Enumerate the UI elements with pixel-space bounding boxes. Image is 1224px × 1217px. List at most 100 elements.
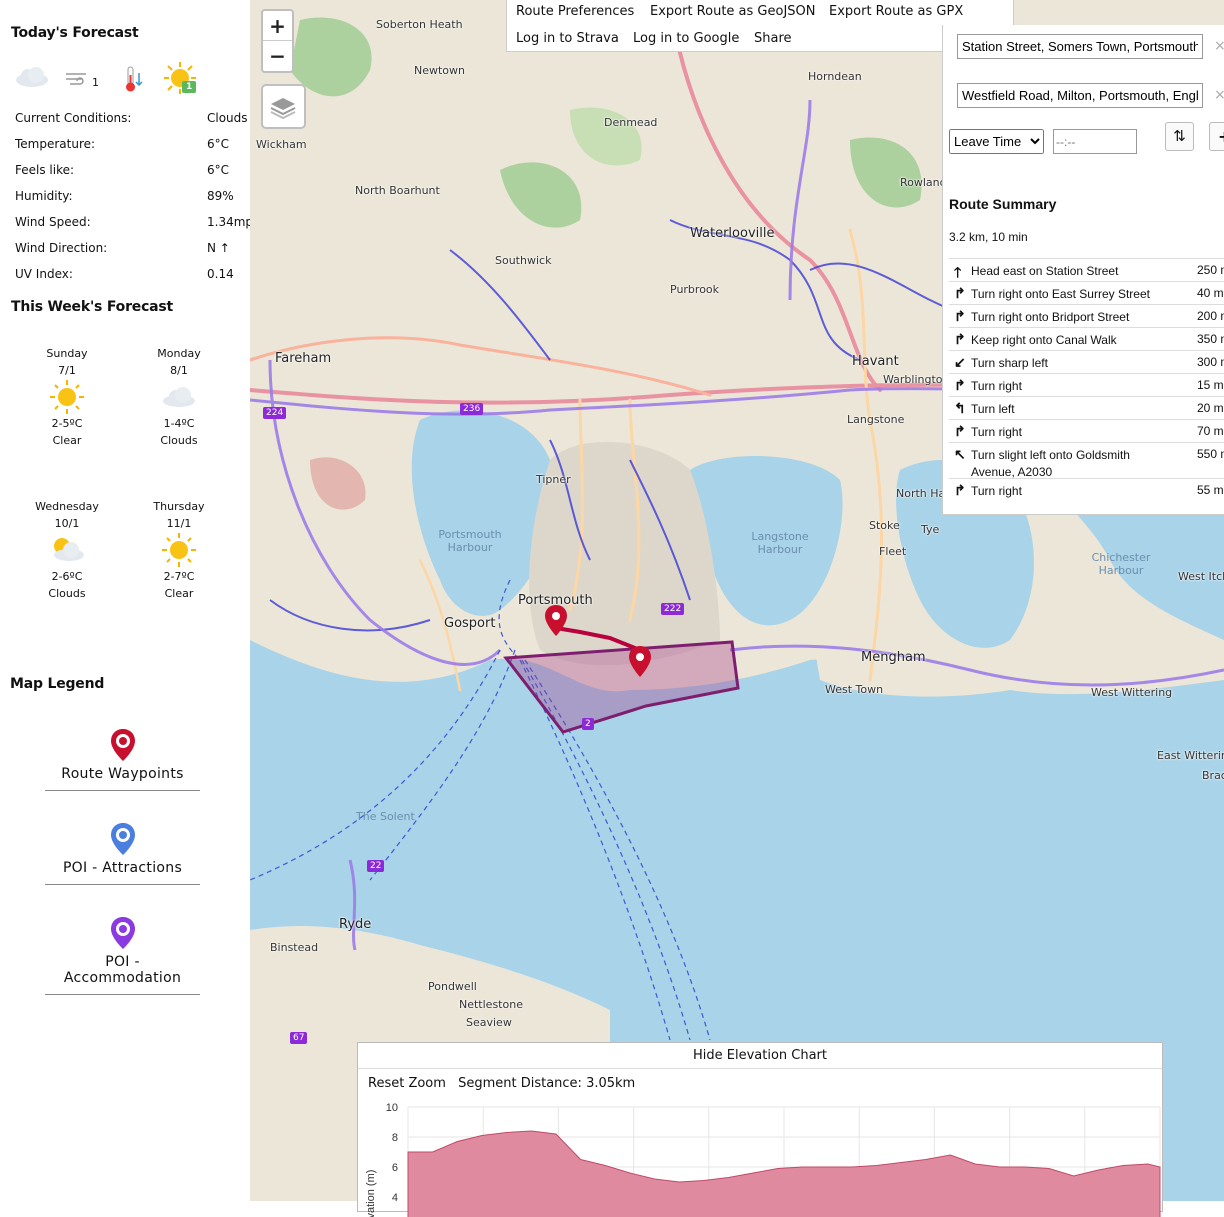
day-date: 7/1 bbox=[58, 364, 76, 377]
swap-direction-button[interactable]: ⇅ bbox=[1165, 122, 1194, 151]
step-text: Turn right bbox=[971, 484, 1022, 498]
map-label: Waterlooville bbox=[690, 226, 775, 241]
route-shield: 22 bbox=[367, 860, 385, 872]
zoom-in-button[interactable]: + bbox=[263, 11, 292, 41]
step-distance: 250 m bbox=[1197, 263, 1224, 277]
layers-button[interactable] bbox=[261, 84, 306, 129]
end-address-input[interactable] bbox=[957, 83, 1203, 108]
start-address-input[interactable] bbox=[957, 34, 1203, 59]
legend-poi-accommodation: POI - Accommodation bbox=[45, 916, 200, 995]
map-label: Wickham bbox=[256, 138, 307, 151]
step-text: Turn left bbox=[971, 402, 1015, 416]
step-distance: 350 m bbox=[1197, 332, 1224, 346]
day-desc: Clouds bbox=[160, 434, 198, 447]
map-label: West Wittering bbox=[1091, 686, 1173, 699]
map-label: Langstone bbox=[847, 413, 905, 426]
legend-route-waypoints: Route Waypoints bbox=[45, 728, 200, 791]
map-label: Ryde bbox=[339, 917, 372, 932]
map-label: Newtown bbox=[414, 64, 466, 77]
route-shield: 222 bbox=[661, 603, 685, 615]
day-name: Wednesday bbox=[35, 500, 99, 513]
turn-right-icon: ↱ bbox=[954, 482, 966, 498]
time-input[interactable] bbox=[1053, 129, 1137, 154]
step-text: Turn right bbox=[971, 425, 1022, 439]
export-geojson-link[interactable]: Export Route as GeoJSON bbox=[650, 4, 816, 19]
share-link[interactable]: Share bbox=[754, 31, 792, 46]
step-distance: 15 m bbox=[1197, 378, 1224, 392]
map-label: Portsmouth bbox=[518, 593, 593, 608]
route-step[interactable]: ↰ Turn left 20 m bbox=[949, 396, 1224, 419]
forecast-day: Sunday 7/1 2-5ºC Clear bbox=[17, 345, 117, 449]
add-waypoint-button[interactable]: + bbox=[1209, 122, 1224, 151]
weather-sidebar: Today's Forecast 1 1 Current Conditions:… bbox=[0, 0, 250, 1201]
zoom-out-button[interactable]: − bbox=[263, 41, 292, 71]
step-distance: 300 m bbox=[1197, 355, 1224, 369]
route-shield: 236 bbox=[460, 403, 484, 415]
route-step[interactable]: ↱ Turn right onto Bridport Street 200 m bbox=[949, 304, 1224, 327]
feels-like-value: 6°C bbox=[207, 163, 230, 177]
route-step[interactable]: ↱ Turn right onto East Surrey Street 40 m bbox=[949, 281, 1224, 304]
route-step[interactable]: ↱ Turn right 55 m bbox=[949, 478, 1224, 501]
elevation-chart[interactable]: 108642Elevation (m) bbox=[358, 1097, 1162, 1217]
map-label: Portsmouth Harbour bbox=[438, 528, 502, 554]
time-mode-select[interactable]: Leave Time bbox=[949, 129, 1044, 154]
day-name: Monday bbox=[157, 347, 201, 360]
route-step[interactable]: ↱ Keep right onto Canal Walk 350 m bbox=[949, 327, 1224, 350]
day-name: Thursday bbox=[153, 500, 205, 513]
route-preferences-link[interactable]: Route Preferences bbox=[516, 4, 634, 19]
uv-sun-icon bbox=[164, 62, 196, 94]
google-login-link[interactable]: Log in to Google bbox=[633, 31, 739, 46]
export-gpx-link[interactable]: Export Route as GPX bbox=[829, 4, 963, 19]
clear-end-button[interactable]: × bbox=[1214, 87, 1224, 103]
wind-direction-value: N ↑ bbox=[207, 241, 230, 255]
step-distance: 550 m bbox=[1197, 447, 1224, 461]
route-step[interactable]: ↱ Turn right 70 m bbox=[949, 419, 1224, 442]
waypoint-marker-icon bbox=[110, 729, 135, 761]
step-distance: 55 m bbox=[1197, 483, 1224, 497]
legend-poi-attractions: POI - Attractions bbox=[45, 822, 200, 885]
map-label: The Solent bbox=[356, 810, 415, 823]
route-panel: × × Leave Time ⇅ + Route Summary 3.2 km,… bbox=[942, 25, 1224, 515]
day-name: Sunday bbox=[46, 347, 88, 360]
map-label: Nettlestone bbox=[459, 998, 523, 1011]
map-label: Pondwell bbox=[428, 980, 477, 993]
map-label: Brac bbox=[1202, 769, 1224, 782]
reset-zoom-button[interactable]: Reset Zoom bbox=[368, 1076, 446, 1091]
attraction-marker-icon bbox=[110, 823, 135, 855]
map-label: Seaview bbox=[466, 1016, 512, 1029]
temperature-label: Temperature: bbox=[15, 137, 96, 151]
hide-elevation-button[interactable]: Hide Elevation Chart bbox=[358, 1043, 1162, 1069]
todays-forecast-title: Today's Forecast bbox=[11, 25, 139, 41]
route-summary-distance: 3.2 km, 10 min bbox=[949, 230, 1028, 244]
step-text: Head east on Station Street bbox=[971, 264, 1119, 278]
route-shield: 224 bbox=[263, 407, 287, 419]
elevation-controls: Reset Zoom Segment Distance: 3.05km bbox=[368, 1076, 643, 1091]
map-label: West Town bbox=[825, 683, 884, 696]
map-label: Purbrook bbox=[670, 283, 720, 296]
plus-icon: + bbox=[1218, 127, 1224, 146]
legend-label: Route Waypoints bbox=[61, 766, 184, 782]
map-label: Denmead bbox=[604, 116, 658, 129]
route-step[interactable]: ↱ Turn right 15 m bbox=[949, 373, 1224, 396]
strava-login-link[interactable]: Log in to Strava bbox=[516, 31, 619, 46]
uv-index-label: UV Index: bbox=[15, 267, 73, 281]
step-text: Turn slight left onto Goldsmith Avenue, … bbox=[971, 448, 1130, 479]
humidity-label: Humidity: bbox=[15, 189, 73, 203]
route-step[interactable]: ↙ Turn sharp left 300 m bbox=[949, 350, 1224, 373]
route-step[interactable]: 🡑Head east on Station Street250 m bbox=[949, 258, 1224, 281]
day-date: 10/1 bbox=[54, 517, 80, 530]
map-label: Havant bbox=[852, 354, 899, 369]
sun-icon bbox=[17, 379, 117, 415]
map-label: Gosport bbox=[444, 616, 496, 631]
legend-label: POI - Accommodation bbox=[63, 954, 182, 986]
day-temp: 1-4ºC bbox=[163, 417, 195, 430]
forecast-day: Wednesday 10/1 2-6ºC Clouds bbox=[17, 498, 117, 602]
wind-indicator: 1 bbox=[92, 76, 99, 89]
day-temp: 2-7ºC bbox=[163, 570, 195, 583]
route-step[interactable]: ↖ Turn slight left onto Goldsmith Avenue,… bbox=[949, 442, 1224, 479]
clear-start-button[interactable]: × bbox=[1214, 38, 1224, 54]
map-legend-title: Map Legend bbox=[10, 676, 105, 692]
cloud-icon bbox=[16, 67, 48, 87]
layers-icon bbox=[270, 98, 296, 120]
wind-direction-label: Wind Direction: bbox=[15, 241, 108, 255]
